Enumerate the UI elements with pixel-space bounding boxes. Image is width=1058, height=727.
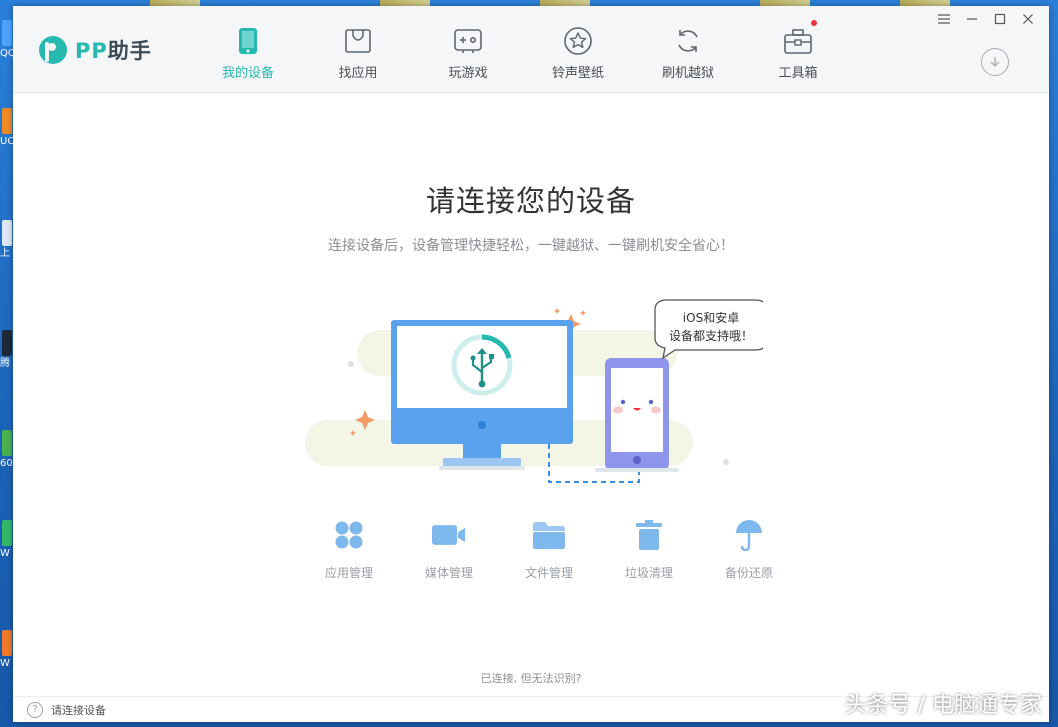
nav-label: 工具箱: [778, 66, 818, 81]
feature-label: 备份还原: [724, 566, 773, 580]
apps-grid-icon: [332, 518, 366, 552]
nav-toolbox[interactable]: 工具箱: [743, 6, 853, 93]
video-camera-icon: [432, 518, 466, 552]
shopping-bag-icon: [342, 24, 374, 58]
app-icon: [2, 20, 12, 46]
folder-icon: [532, 518, 566, 552]
nav-my-device[interactable]: 我的设备: [193, 6, 303, 93]
feature-junk-cleanup[interactable]: 垃圾清理: [599, 518, 699, 581]
app-icon: [2, 108, 12, 134]
desktop-shortcut-label: W: [0, 658, 10, 669]
nav-label: 刷机越狱: [661, 66, 714, 81]
nav-find-apps[interactable]: 找应用: [303, 6, 413, 93]
feature-backup-restore[interactable]: 备份还原: [699, 518, 799, 581]
umbrella-icon: [732, 518, 766, 552]
connect-illustration: iOS和安卓 设备都支持哦！: [305, 299, 763, 483]
nav-flash-jailbreak[interactable]: 刷机越狱: [633, 6, 743, 93]
app-icon: [2, 520, 12, 546]
desktop-shortcut[interactable]: UC: [0, 108, 14, 148]
download-button[interactable]: [981, 48, 1009, 76]
desktop-shortcut[interactable]: QQ: [0, 20, 16, 60]
window-controls: [937, 12, 1035, 26]
desktop-shortcut-label: W: [0, 548, 10, 559]
star-icon: [562, 24, 594, 58]
title-bar: PP助手 我的设备 找应用 玩游戏 铃声壁纸 刷机越狱 工具箱: [13, 6, 1049, 93]
desktop-shortcut[interactable]: 腾: [0, 330, 14, 370]
close-icon[interactable]: [1021, 12, 1035, 26]
desktop-shortcut[interactable]: 60: [0, 430, 14, 470]
maximize-icon[interactable]: [993, 12, 1007, 26]
gamepad-icon: [452, 24, 484, 58]
desktop-shortcut[interactable]: 上: [0, 220, 14, 260]
toolbox-icon: [782, 24, 814, 58]
help-icon[interactable]: ?: [27, 701, 43, 718]
bubble-text-line1: iOS和安卓: [683, 310, 739, 325]
desktop-shortcut[interactable]: W: [0, 520, 14, 560]
app-icon: [2, 630, 12, 656]
pp-logo-icon: [39, 36, 67, 64]
desktop-shortcut-label: 60: [0, 458, 13, 469]
main-nav: 我的设备 找应用 玩游戏 铃声壁纸 刷机越狱 工具箱: [193, 6, 853, 93]
notification-badge: [811, 20, 817, 26]
nav-play-games[interactable]: 玩游戏: [413, 6, 523, 93]
feature-list: 应用管理 媒体管理 文件管理 垃圾清理 备份还原: [299, 518, 799, 581]
status-text: 请连接设备: [51, 703, 106, 717]
bubble-text-line2: 设备都支持哦！: [669, 328, 753, 343]
trash-icon: [632, 518, 666, 552]
download-arrow-icon: [990, 57, 1000, 67]
app-icon: [2, 220, 12, 246]
device-unrecognized-link[interactable]: 已连接, 但无法识别?: [13, 670, 1049, 686]
feature-label: 文件管理: [524, 566, 573, 580]
app-logo: PP助手: [39, 34, 152, 66]
feature-label: 媒体管理: [424, 566, 473, 580]
feature-label: 垃圾清理: [624, 566, 673, 580]
nav-label: 玩游戏: [448, 66, 488, 81]
app-icon: [2, 330, 12, 356]
connect-device-subtitle: 连接设备后，设备管理快捷轻松，一键越狱、一键刷机安全省心！: [328, 238, 734, 254]
app-icon: [2, 430, 12, 456]
desktop-shortcut-label: 腾: [0, 358, 10, 369]
refresh-icon: [672, 24, 704, 58]
app-window: PP助手 我的设备 找应用 玩游戏 铃声壁纸 刷机越狱 工具箱 请连接您的设备 …: [13, 6, 1049, 722]
feature-label: 应用管理: [324, 566, 373, 580]
minimize-icon[interactable]: [965, 12, 979, 26]
app-name: PP助手: [75, 39, 152, 63]
menu-icon[interactable]: [937, 12, 951, 26]
connect-device-title: 请连接您的设备: [425, 184, 636, 218]
nav-label: 我的设备: [221, 66, 274, 81]
nav-label: 铃声壁纸: [551, 66, 604, 81]
desktop-shortcut-label: 上: [0, 248, 10, 259]
nav-label: 找应用: [338, 66, 378, 81]
watermark: 头条号 / 电脑通专家: [844, 693, 1042, 718]
feature-app-management[interactable]: 应用管理: [299, 518, 399, 581]
feature-media-management[interactable]: 媒体管理: [399, 518, 499, 581]
desktop-shortcut[interactable]: W: [0, 630, 14, 670]
phone-icon: [232, 24, 264, 58]
feature-file-management[interactable]: 文件管理: [499, 518, 599, 581]
nav-ringtones-wallpapers[interactable]: 铃声壁纸: [523, 6, 633, 93]
